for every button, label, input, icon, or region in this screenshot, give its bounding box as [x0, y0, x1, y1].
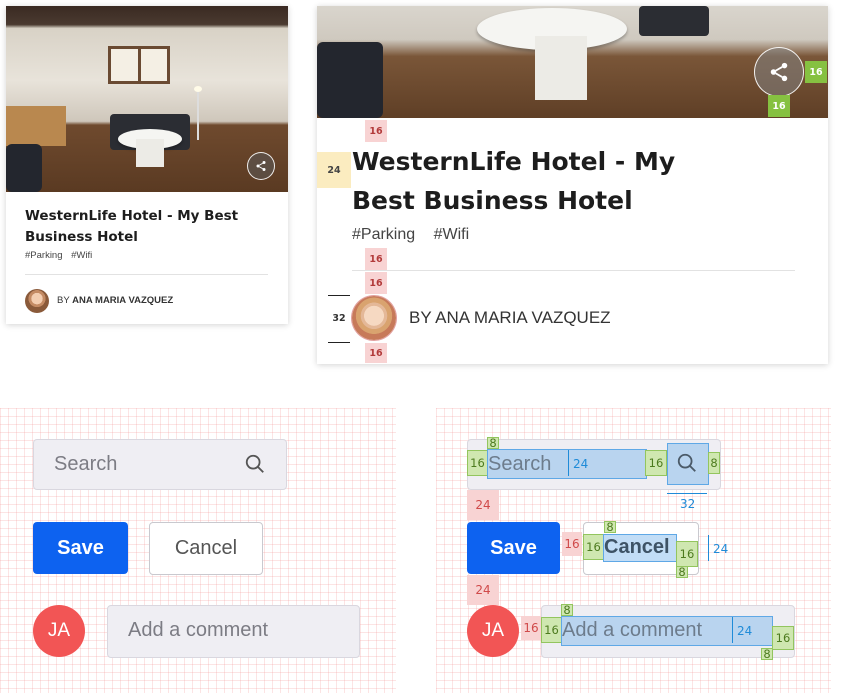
- divider: [352, 270, 795, 271]
- author-byline: BY ANA MARIA VAZQUEZ: [57, 295, 173, 306]
- search-field[interactable]: Search: [33, 439, 287, 490]
- tag-parking[interactable]: #Parking: [25, 250, 63, 261]
- size-marker: 24: [713, 542, 729, 556]
- size-marker: 32: [332, 312, 346, 324]
- spacing-marker: 24: [467, 490, 499, 520]
- author-avatar[interactable]: [25, 289, 49, 313]
- hotel-card-spec: 16 16 16 24 WesternLife Hotel - My Best …: [317, 6, 828, 364]
- hotel-card-small[interactable]: WesternLife Hotel - My Best Business Hot…: [6, 6, 288, 324]
- size-marker: 24: [737, 624, 753, 638]
- share-icon: [256, 161, 266, 171]
- user-avatar-spec: JA: [467, 605, 519, 657]
- divider: [25, 274, 268, 275]
- tag-wifi[interactable]: #Wifi: [71, 250, 92, 261]
- spacing-marker: 16: [562, 532, 582, 556]
- tag-list-large: #Parking #Wifi: [352, 226, 483, 244]
- hotel-photo-large: [317, 6, 828, 118]
- size-marker: 32: [680, 497, 696, 511]
- search-input[interactable]: Search: [54, 453, 117, 476]
- spacing-marker: 16: [805, 61, 827, 83]
- form-panel: Search Save Cancel JA Add a comment: [0, 408, 396, 693]
- author-prefix: BY: [57, 295, 70, 306]
- spacing-marker: 8: [676, 565, 688, 579]
- spacing-marker: 16: [541, 617, 562, 643]
- comment-input-spec: Add a comment: [562, 619, 703, 641]
- redline-panel: 8 16 Search 24 16 8 32 24 Save 16 8 16 C…: [436, 408, 831, 693]
- spacing-marker: 16: [676, 541, 698, 567]
- floor-lamp: [197, 90, 199, 140]
- tag-parking: #Parking: [352, 226, 416, 243]
- spacing-marker: 16: [521, 616, 541, 640]
- measure-line: [667, 493, 707, 494]
- author-byline-large: BY ANA MARIA VAZQUEZ: [409, 308, 611, 328]
- spacing-marker: 16: [768, 95, 790, 117]
- search-icon[interactable]: [244, 453, 266, 475]
- sofa: [639, 6, 709, 36]
- spacing-marker: 8: [708, 452, 720, 474]
- cancel-button[interactable]: Cancel: [149, 522, 263, 575]
- user-avatar: JA: [33, 605, 85, 657]
- room-window: [108, 46, 170, 84]
- author-name: ANA MARIA VAZQUEZ: [435, 308, 611, 327]
- share-icon: [770, 62, 788, 82]
- comment-input[interactable]: Add a comment: [128, 619, 268, 642]
- spacing-marker: 24: [317, 152, 351, 188]
- author-name[interactable]: ANA MARIA VAZQUEZ: [72, 295, 173, 306]
- card-title[interactable]: WesternLife Hotel - My Best Business Hot…: [25, 206, 265, 248]
- author-prefix: BY: [409, 308, 432, 327]
- spacing-marker: 16: [365, 272, 387, 294]
- dark-chair: [317, 42, 383, 118]
- spacing-marker: 24: [467, 575, 499, 605]
- spacing-marker: 16: [645, 450, 667, 476]
- spacing-marker: 16: [365, 248, 387, 270]
- measure-line: [708, 535, 709, 561]
- spacing-marker: 16: [365, 343, 387, 363]
- search-icon: [677, 453, 696, 472]
- share-button-large[interactable]: [754, 47, 804, 97]
- spacing-marker: 8: [561, 603, 573, 617]
- spacing-marker: 16: [772, 626, 794, 650]
- table-base: [136, 139, 164, 167]
- measure-line: [568, 450, 569, 476]
- size-marker: 24: [573, 457, 589, 471]
- measure-line: [732, 617, 733, 643]
- spacing-marker: 8: [604, 520, 616, 534]
- share-button[interactable]: [247, 152, 275, 180]
- spacing-marker: 16: [467, 450, 488, 476]
- spacing-marker: 8: [761, 647, 773, 661]
- tag-list: #Parking #Wifi: [25, 250, 98, 261]
- spacing-marker: 8: [487, 436, 499, 450]
- cancel-label-spec: Cancel: [604, 536, 670, 558]
- lamp-shade: [194, 86, 202, 92]
- comment-field[interactable]: Add a comment: [107, 605, 360, 658]
- table-base: [535, 36, 587, 100]
- wood-cabinet: [6, 106, 66, 146]
- search-input-spec: Search: [488, 453, 552, 475]
- dark-chair: [6, 144, 42, 192]
- spacing-marker: 16: [365, 120, 387, 142]
- save-button[interactable]: Save: [33, 522, 128, 574]
- tag-wifi: #Wifi: [433, 226, 470, 243]
- card-title-large: WesternLife Hotel - My Best Business Hot…: [352, 147, 676, 215]
- save-button-spec: Save: [467, 522, 560, 574]
- hotel-photo: [6, 6, 288, 192]
- spacing-marker: 16: [583, 534, 604, 560]
- author-avatar-large: [352, 296, 396, 340]
